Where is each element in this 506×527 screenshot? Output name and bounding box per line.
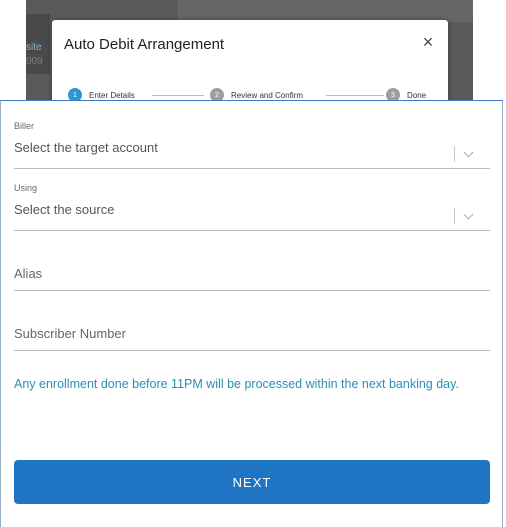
background-text: site xyxy=(26,42,42,53)
step-connector xyxy=(152,95,204,96)
biller-value: Select the target account xyxy=(14,140,158,155)
close-icon[interactable]: × xyxy=(418,32,438,52)
using-label: Using xyxy=(14,183,38,193)
step-label: Review and Confirm xyxy=(231,90,304,100)
step-label: Enter Details xyxy=(89,90,135,100)
biller-dropdown-toggle[interactable] xyxy=(454,146,490,162)
biller-label: Biller xyxy=(14,121,35,131)
auto-debit-form: Biller Select the target account Using S… xyxy=(0,100,503,527)
biller-select[interactable]: Biller Select the target account xyxy=(14,121,490,169)
step-connector xyxy=(326,95,384,96)
chevron-down-icon xyxy=(463,209,474,219)
chevron-down-icon xyxy=(463,147,474,157)
using-dropdown-toggle[interactable] xyxy=(454,208,490,224)
separator xyxy=(454,208,455,224)
using-value: Select the source xyxy=(14,202,115,217)
subscriber-field-wrapper xyxy=(14,325,490,351)
modal-header: Auto Debit Arrangement × 1 Enter Details… xyxy=(52,20,448,104)
processing-notice: Any enrollment done before 11PM will be … xyxy=(14,377,459,391)
next-button[interactable]: NEXT xyxy=(14,460,490,504)
separator xyxy=(454,146,455,162)
using-select[interactable]: Using Select the source xyxy=(14,183,490,231)
background-text: 009 xyxy=(26,56,43,67)
subscriber-number-input[interactable] xyxy=(14,326,490,349)
alias-input[interactable] xyxy=(14,266,490,289)
step-label: Done xyxy=(407,90,427,100)
alias-field-wrapper xyxy=(14,265,490,291)
background-panel xyxy=(178,0,473,22)
modal-title: Auto Debit Arrangement xyxy=(64,36,225,53)
